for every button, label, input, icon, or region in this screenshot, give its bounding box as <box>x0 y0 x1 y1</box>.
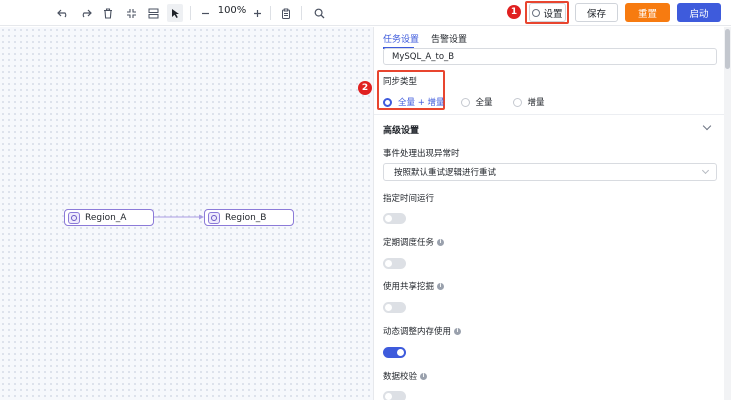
periodic-task-toggle[interactable] <box>383 258 406 269</box>
scheduled-run-toggle[interactable] <box>383 213 406 224</box>
toolbar: 100% 1 设置 保存 重置 启动 <box>0 0 731 26</box>
annotation-badge-2: 2 <box>358 81 372 95</box>
tab-alert-settings[interactable]: 告警设置 <box>431 32 467 45</box>
radio-incremental[interactable] <box>512 97 522 107</box>
delete-icon[interactable] <box>101 4 115 22</box>
panel-tabs: 任务设置 告警设置 <box>374 27 724 49</box>
dag-canvas[interactable]: Region_A Region_B <box>0 27 373 400</box>
panel-scrollbar-thumb[interactable] <box>725 29 730 69</box>
periodic-task-label: 定期调度任务 i <box>383 236 445 248</box>
zoom-in-icon[interactable] <box>251 4 263 22</box>
event-error-label: 事件处理出现异常时 <box>383 149 460 159</box>
shared-mining-toggle[interactable] <box>383 302 406 313</box>
dynamic-memory-label-text: 动态调整内存使用 <box>383 327 452 337</box>
fit-view-icon[interactable] <box>124 4 138 22</box>
auto-layout-icon[interactable] <box>146 4 160 22</box>
radio-full-incremental-label[interactable]: 全量 + 增量 <box>398 96 445 108</box>
app-root: 100% 1 设置 保存 重置 启动 Region_A Region_B 任务设… <box>0 0 731 400</box>
toolbar-divider <box>270 6 271 20</box>
toolbar-divider <box>301 6 302 20</box>
save-button[interactable]: 保存 <box>575 3 618 22</box>
toolbar-divider <box>190 6 191 20</box>
search-icon[interactable] <box>312 4 326 22</box>
data-validation-label: 数据校验 i <box>383 370 428 382</box>
node-label: Region_A <box>85 212 127 223</box>
database-icon <box>68 211 80 224</box>
reset-button[interactable]: 重置 <box>625 3 670 22</box>
event-error-value: 按照默认重试逻辑进行重试 <box>394 168 497 178</box>
radio-full-incremental[interactable] <box>383 97 392 107</box>
settings-button-label: 设置 <box>543 8 563 20</box>
info-icon[interactable]: i <box>454 327 462 335</box>
zoom-level: 100% <box>217 5 247 16</box>
tab-task-settings[interactable]: 任务设置 <box>383 32 419 45</box>
node-region-a[interactable]: Region_A <box>64 209 154 226</box>
info-icon[interactable]: i <box>420 372 428 380</box>
select-icon[interactable] <box>167 4 183 22</box>
info-icon[interactable]: i <box>437 238 445 246</box>
redo-icon[interactable] <box>79 4 93 22</box>
node-label: Region_B <box>225 212 267 223</box>
chevron-down-icon[interactable] <box>702 121 712 131</box>
radio-incremental-label[interactable]: 增量 <box>528 96 545 108</box>
clipboard-icon[interactable] <box>279 4 293 22</box>
chevron-down-icon <box>701 166 710 175</box>
periodic-task-label-text: 定期调度任务 <box>383 238 435 248</box>
start-button[interactable]: 启动 <box>677 3 721 22</box>
radio-full-label[interactable]: 全量 <box>476 96 493 108</box>
gear-icon <box>532 8 541 17</box>
settings-panel: 任务设置 告警设置 MySQL_A_to_B 同步类型 2 全量 + 增量 全量… <box>358 27 731 400</box>
radio-full[interactable] <box>460 97 470 107</box>
undo-icon[interactable] <box>56 4 70 22</box>
advanced-settings-header[interactable]: 高级设置 <box>383 123 419 136</box>
database-icon <box>208 211 220 224</box>
zoom-out-icon[interactable] <box>199 4 211 22</box>
annotation-badge-1: 1 <box>507 5 521 19</box>
task-name-input[interactable]: MySQL_A_to_B <box>383 48 717 65</box>
data-validation-toggle[interactable] <box>383 391 406 400</box>
panel-scrollbar[interactable] <box>724 27 731 400</box>
node-region-b[interactable]: Region_B <box>204 209 294 226</box>
event-error-select[interactable]: 按照默认重试逻辑进行重试 <box>383 163 717 181</box>
info-icon[interactable]: i <box>437 282 445 290</box>
sync-type-options: 全量 + 增量 全量 增量 <box>383 96 545 108</box>
edge-layer <box>154 214 204 220</box>
settings-button[interactable]: 设置 <box>529 3 566 22</box>
dynamic-memory-toggle[interactable] <box>383 347 406 358</box>
dynamic-memory-label: 动态调整内存使用 i <box>383 325 462 337</box>
shared-mining-label-text: 使用共享挖掘 <box>383 282 435 292</box>
scheduled-run-label: 指定时间运行 <box>383 194 435 204</box>
data-validation-label-text: 数据校验 <box>383 372 418 382</box>
shared-mining-label: 使用共享挖掘 i <box>383 280 445 292</box>
section-divider <box>374 114 724 115</box>
